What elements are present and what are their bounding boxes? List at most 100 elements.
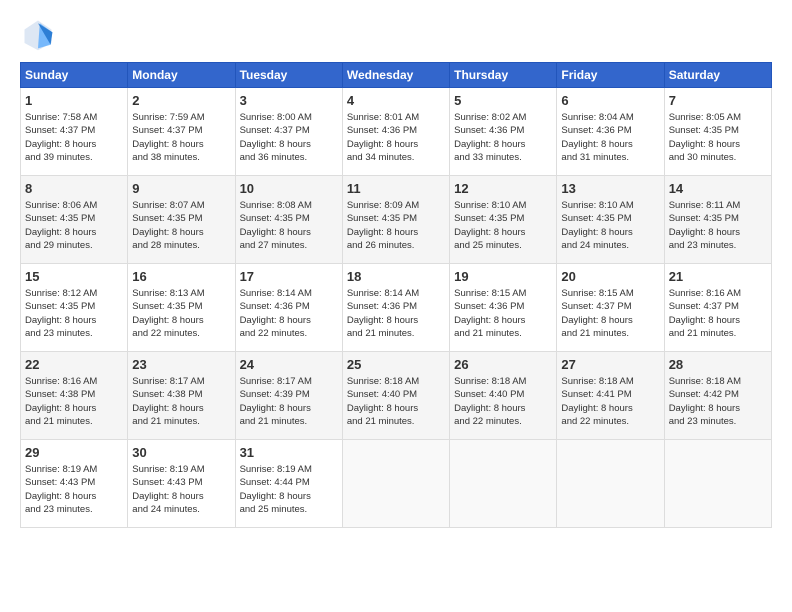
- day-info-line: Sunset: 4:37 PM: [132, 124, 230, 137]
- day-info-line: and 21 minutes.: [561, 327, 659, 340]
- day-cell: [557, 440, 664, 528]
- day-info-line: and 22 minutes.: [454, 415, 552, 428]
- day-info-line: Sunset: 4:35 PM: [669, 212, 767, 225]
- day-cell: 14Sunrise: 8:11 AMSunset: 4:35 PMDayligh…: [664, 176, 771, 264]
- day-cell: 16Sunrise: 8:13 AMSunset: 4:35 PMDayligh…: [128, 264, 235, 352]
- day-cell: 11Sunrise: 8:09 AMSunset: 4:35 PMDayligh…: [342, 176, 449, 264]
- day-info-line: Sunset: 4:35 PM: [347, 212, 445, 225]
- day-info-line: Sunrise: 8:15 AM: [454, 287, 552, 300]
- day-info-line: Sunrise: 8:09 AM: [347, 199, 445, 212]
- day-info-line: and 25 minutes.: [454, 239, 552, 252]
- day-info-line: and 21 minutes.: [669, 327, 767, 340]
- day-info-line: and 21 minutes.: [25, 415, 123, 428]
- logo: [20, 16, 60, 52]
- day-info-line: Sunset: 4:36 PM: [347, 124, 445, 137]
- day-cell: 31Sunrise: 8:19 AMSunset: 4:44 PMDayligh…: [235, 440, 342, 528]
- day-cell: 19Sunrise: 8:15 AMSunset: 4:36 PMDayligh…: [450, 264, 557, 352]
- day-info-line: Daylight: 8 hours: [240, 138, 338, 151]
- day-number: 23: [132, 356, 230, 374]
- day-info-line: Sunrise: 8:15 AM: [561, 287, 659, 300]
- day-number: 4: [347, 92, 445, 110]
- day-info-line: Sunrise: 8:19 AM: [132, 463, 230, 476]
- day-info-line: Sunrise: 8:18 AM: [561, 375, 659, 388]
- day-info-line: Daylight: 8 hours: [561, 314, 659, 327]
- day-info-line: Sunset: 4:36 PM: [240, 300, 338, 313]
- day-info-line: Daylight: 8 hours: [25, 490, 123, 503]
- day-info-line: Daylight: 8 hours: [240, 402, 338, 415]
- day-info-line: and 23 minutes.: [669, 239, 767, 252]
- day-info-line: Daylight: 8 hours: [132, 226, 230, 239]
- day-info-line: Sunset: 4:43 PM: [25, 476, 123, 489]
- day-info-line: Sunset: 4:37 PM: [561, 300, 659, 313]
- day-info-line: Sunset: 4:35 PM: [454, 212, 552, 225]
- day-number: 5: [454, 92, 552, 110]
- day-info-line: and 34 minutes.: [347, 151, 445, 164]
- header-cell-sunday: Sunday: [21, 63, 128, 88]
- header-cell-monday: Monday: [128, 63, 235, 88]
- day-info-line: and 30 minutes.: [669, 151, 767, 164]
- day-number: 7: [669, 92, 767, 110]
- day-info-line: Daylight: 8 hours: [132, 490, 230, 503]
- day-info-line: Sunset: 4:35 PM: [132, 212, 230, 225]
- day-info-line: Sunrise: 8:14 AM: [347, 287, 445, 300]
- calendar: SundayMondayTuesdayWednesdayThursdayFrid…: [20, 62, 772, 528]
- day-number: 27: [561, 356, 659, 374]
- day-cell: 18Sunrise: 8:14 AMSunset: 4:36 PMDayligh…: [342, 264, 449, 352]
- day-info-line: Sunrise: 8:19 AM: [25, 463, 123, 476]
- day-info-line: Daylight: 8 hours: [240, 226, 338, 239]
- day-info-line: Sunrise: 8:05 AM: [669, 111, 767, 124]
- header-cell-tuesday: Tuesday: [235, 63, 342, 88]
- day-cell: 5Sunrise: 8:02 AMSunset: 4:36 PMDaylight…: [450, 88, 557, 176]
- day-info-line: Daylight: 8 hours: [454, 402, 552, 415]
- day-number: 3: [240, 92, 338, 110]
- day-info-line: and 21 minutes.: [347, 415, 445, 428]
- day-info-line: and 22 minutes.: [561, 415, 659, 428]
- day-cell: 27Sunrise: 8:18 AMSunset: 4:41 PMDayligh…: [557, 352, 664, 440]
- day-info-line: Sunrise: 8:00 AM: [240, 111, 338, 124]
- header: [20, 16, 772, 52]
- day-info-line: and 21 minutes.: [454, 327, 552, 340]
- day-info-line: Daylight: 8 hours: [669, 314, 767, 327]
- day-info-line: Sunset: 4:39 PM: [240, 388, 338, 401]
- day-info-line: Sunrise: 8:16 AM: [669, 287, 767, 300]
- day-info-line: Sunrise: 8:01 AM: [347, 111, 445, 124]
- day-number: 28: [669, 356, 767, 374]
- day-info-line: and 38 minutes.: [132, 151, 230, 164]
- day-info-line: Sunset: 4:36 PM: [454, 124, 552, 137]
- header-cell-friday: Friday: [557, 63, 664, 88]
- day-cell: 8Sunrise: 8:06 AMSunset: 4:35 PMDaylight…: [21, 176, 128, 264]
- day-number: 21: [669, 268, 767, 286]
- day-info-line: and 21 minutes.: [347, 327, 445, 340]
- day-info-line: Daylight: 8 hours: [25, 226, 123, 239]
- day-info-line: Sunset: 4:41 PM: [561, 388, 659, 401]
- day-info-line: Sunrise: 8:14 AM: [240, 287, 338, 300]
- day-cell: 26Sunrise: 8:18 AMSunset: 4:40 PMDayligh…: [450, 352, 557, 440]
- day-cell: 28Sunrise: 8:18 AMSunset: 4:42 PMDayligh…: [664, 352, 771, 440]
- day-info-line: Sunrise: 8:11 AM: [669, 199, 767, 212]
- day-number: 20: [561, 268, 659, 286]
- day-info-line: and 22 minutes.: [132, 327, 230, 340]
- day-number: 24: [240, 356, 338, 374]
- week-row-1: 1Sunrise: 7:58 AMSunset: 4:37 PMDaylight…: [21, 88, 772, 176]
- day-info-line: Sunrise: 8:17 AM: [240, 375, 338, 388]
- day-info-line: and 25 minutes.: [240, 503, 338, 516]
- day-info-line: and 23 minutes.: [669, 415, 767, 428]
- day-info-line: Sunset: 4:38 PM: [132, 388, 230, 401]
- day-info-line: Sunrise: 8:13 AM: [132, 287, 230, 300]
- day-number: 22: [25, 356, 123, 374]
- day-info-line: Sunset: 4:36 PM: [561, 124, 659, 137]
- day-number: 13: [561, 180, 659, 198]
- day-info-line: and 23 minutes.: [25, 327, 123, 340]
- day-cell: 9Sunrise: 8:07 AMSunset: 4:35 PMDaylight…: [128, 176, 235, 264]
- day-info-line: Daylight: 8 hours: [347, 138, 445, 151]
- day-info-line: Daylight: 8 hours: [240, 490, 338, 503]
- day-info-line: Daylight: 8 hours: [669, 226, 767, 239]
- day-info-line: Daylight: 8 hours: [25, 402, 123, 415]
- day-info-line: Sunset: 4:37 PM: [25, 124, 123, 137]
- week-row-2: 8Sunrise: 8:06 AMSunset: 4:35 PMDaylight…: [21, 176, 772, 264]
- day-info-line: Daylight: 8 hours: [25, 138, 123, 151]
- day-info-line: and 22 minutes.: [240, 327, 338, 340]
- day-info-line: and 21 minutes.: [132, 415, 230, 428]
- day-info-line: Sunrise: 8:04 AM: [561, 111, 659, 124]
- day-info-line: Daylight: 8 hours: [347, 402, 445, 415]
